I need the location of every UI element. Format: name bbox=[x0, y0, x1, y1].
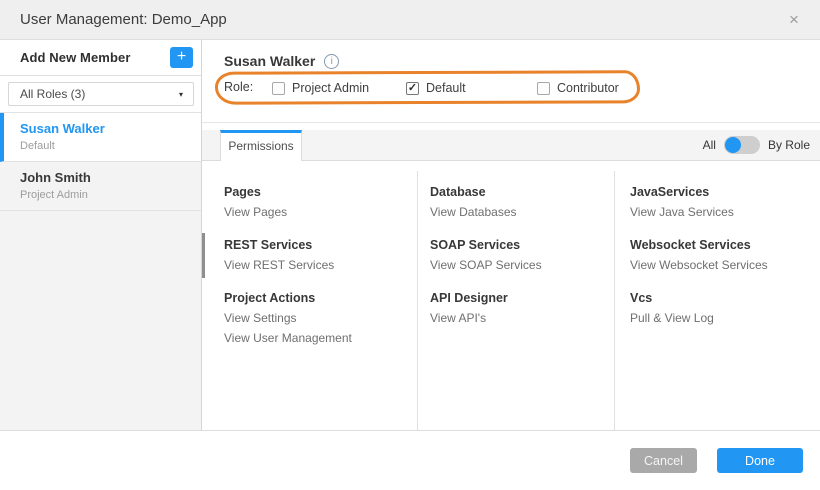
dialog-title: User Management: Demo_App bbox=[20, 0, 227, 40]
toggle-label-all: All bbox=[703, 138, 716, 152]
dialog-titlebar: User Management: Demo_App × bbox=[0, 0, 820, 40]
permission-item: View REST Services bbox=[224, 255, 417, 275]
permission-item: View SOAP Services bbox=[430, 255, 614, 275]
member-detail-panel: Susan Walker i Role: Project Admin Defau… bbox=[202, 40, 820, 430]
all-by-role-toggle[interactable] bbox=[724, 136, 760, 154]
permission-group-title: API Designer bbox=[430, 289, 614, 308]
member-row-john-smith[interactable]: John Smith Project Admin bbox=[0, 162, 201, 211]
member-name: John Smith bbox=[20, 170, 191, 185]
checkbox-contributor[interactable] bbox=[537, 82, 550, 95]
checkbox-label: Default bbox=[426, 81, 466, 95]
permission-group: Database View Databases bbox=[430, 183, 614, 222]
permission-item: View API's bbox=[430, 308, 614, 328]
add-member-button[interactable]: + bbox=[170, 47, 193, 68]
permission-item: View Websocket Services bbox=[630, 255, 820, 275]
permission-item: View Pages bbox=[224, 202, 417, 222]
done-button[interactable]: Done bbox=[717, 448, 803, 473]
permission-group: SOAP Services View SOAP Services bbox=[430, 236, 614, 275]
member-detail-header: Susan Walker i bbox=[224, 53, 339, 69]
role-label: Role: bbox=[224, 80, 253, 94]
permissions-tabbar: Permissions All By Role bbox=[202, 130, 820, 161]
member-role: Project Admin bbox=[20, 189, 191, 201]
member-detail-name: Susan Walker bbox=[224, 53, 315, 69]
permission-group-title: Vcs bbox=[630, 289, 820, 308]
permission-item: Pull & View Log bbox=[630, 308, 820, 328]
role-checkbox-row: Role: Project Admin Default Contributor bbox=[224, 76, 784, 100]
permission-group-title: Project Actions bbox=[224, 289, 417, 308]
permission-group: Project Actions View Settings View User … bbox=[224, 289, 417, 348]
role-option-project-admin: Project Admin bbox=[272, 76, 369, 100]
close-icon[interactable]: × bbox=[782, 0, 806, 40]
role-option-default: Default bbox=[406, 76, 466, 100]
checkbox-label: Contributor bbox=[557, 81, 619, 95]
role-filter-value: All Roles (3) bbox=[20, 87, 85, 101]
info-icon[interactable]: i bbox=[324, 54, 339, 69]
permission-group-title: Database bbox=[430, 183, 614, 202]
permission-item: View Settings bbox=[224, 308, 417, 328]
permission-group-title: SOAP Services bbox=[430, 236, 614, 255]
header-divider bbox=[202, 122, 820, 123]
view-toggle-area: All By Role bbox=[703, 130, 810, 160]
member-name: Susan Walker bbox=[20, 121, 191, 136]
permission-item: View Java Services bbox=[630, 202, 820, 222]
permissions-grid: Pages View Pages REST Services View REST… bbox=[202, 171, 820, 430]
permission-item: View Databases bbox=[430, 202, 614, 222]
checkbox-project-admin[interactable] bbox=[272, 82, 285, 95]
role-filter-dropdown[interactable]: All Roles (3) ▾ bbox=[8, 82, 194, 106]
toggle-label-by-role: By Role bbox=[768, 138, 810, 152]
toggle-knob bbox=[725, 137, 741, 153]
add-member-row: Add New Member + bbox=[0, 40, 201, 76]
role-filter-wrap: All Roles (3) ▾ bbox=[0, 76, 201, 112]
permission-group-title: REST Services bbox=[224, 236, 417, 255]
permissions-column-2: Database View Databases SOAP Services Vi… bbox=[417, 171, 614, 430]
dialog-footer: Cancel Done bbox=[0, 430, 820, 490]
checkbox-label: Project Admin bbox=[292, 81, 369, 95]
permission-group: Vcs Pull & View Log bbox=[630, 289, 820, 328]
permission-group: REST Services View REST Services bbox=[224, 236, 417, 275]
member-list: Susan Walker Default John Smith Project … bbox=[0, 112, 201, 430]
add-member-label: Add New Member bbox=[20, 50, 130, 65]
cancel-button[interactable]: Cancel bbox=[630, 448, 697, 473]
member-row-susan-walker[interactable]: Susan Walker Default bbox=[0, 113, 201, 162]
checkbox-default[interactable] bbox=[406, 82, 419, 95]
permission-group: Pages View Pages bbox=[224, 183, 417, 222]
permission-item: View User Management bbox=[224, 328, 417, 348]
member-role: Default bbox=[20, 140, 191, 152]
tab-permissions[interactable]: Permissions bbox=[220, 130, 302, 161]
permission-group: API Designer View API's bbox=[430, 289, 614, 328]
permission-group-title: JavaServices bbox=[630, 183, 820, 202]
permissions-column-1: Pages View Pages REST Services View REST… bbox=[202, 171, 417, 430]
permission-group: Websocket Services View Websocket Servic… bbox=[630, 236, 820, 275]
chevron-down-icon: ▾ bbox=[179, 90, 183, 99]
members-sidebar: Add New Member + All Roles (3) ▾ Susan W… bbox=[0, 40, 202, 430]
user-management-dialog: User Management: Demo_App × Add New Memb… bbox=[0, 0, 820, 490]
permission-group-title: Websocket Services bbox=[630, 236, 820, 255]
permissions-column-3: JavaServices View Java Services Websocke… bbox=[614, 171, 820, 430]
role-option-contributor: Contributor bbox=[537, 76, 619, 100]
permission-group-title: Pages bbox=[224, 183, 417, 202]
permission-group: JavaServices View Java Services bbox=[630, 183, 820, 222]
